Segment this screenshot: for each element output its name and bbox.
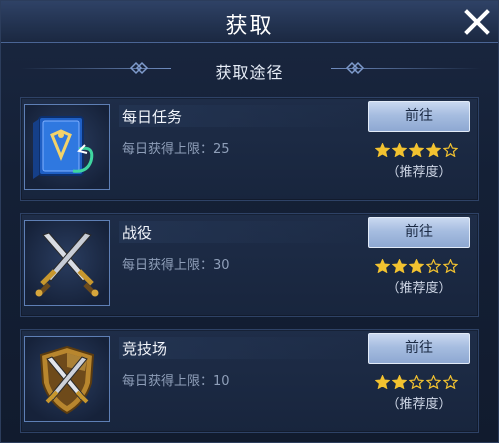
close-button[interactable]	[462, 7, 492, 37]
close-icon	[464, 9, 490, 35]
star-empty-icon	[426, 259, 441, 273]
source-name: 竞技场	[122, 340, 168, 358]
go-button[interactable]: 前往	[368, 217, 470, 248]
source-icon-frame	[24, 336, 110, 422]
daily-limit: 每日获得上限：30	[122, 258, 230, 273]
star-empty-icon	[426, 375, 441, 389]
source-card-daily-quest: 每日任务 每日获得上限：25 前往 （推荐度）	[20, 97, 479, 201]
sources-title: 获取途径	[215, 63, 284, 82]
daily-limit: 每日获得上限：10	[122, 374, 230, 389]
rating-label: （推荐度）	[386, 281, 452, 296]
star-filled-icon	[375, 143, 390, 157]
star-empty-icon	[443, 375, 458, 389]
shield-swords-icon	[39, 345, 95, 415]
quest-book-icon	[33, 116, 94, 179]
star-filled-icon	[375, 259, 390, 273]
source-card-arena: 竞技场 每日获得上限：10 前往 （推荐度）	[20, 329, 479, 433]
star-empty-icon	[443, 143, 458, 157]
source-icon-frame	[24, 104, 110, 190]
source-name: 战役	[122, 224, 153, 242]
rating-stars	[375, 259, 465, 273]
rating-stars	[375, 143, 465, 157]
daily-limit: 每日获得上限：25	[122, 142, 230, 157]
star-filled-icon	[392, 259, 407, 273]
divider-right	[331, 68, 481, 69]
source-icon-frame	[24, 220, 110, 306]
acquire-dialog: 获取 获取途径 每日任务 每日获得上限：25 前往 （推荐度） 战役 每日获得上…	[0, 0, 499, 443]
star-filled-icon	[409, 259, 424, 273]
sources-header: 获取途径	[1, 51, 498, 87]
rating-stars	[375, 375, 465, 389]
rating-label: （推荐度）	[386, 165, 452, 180]
source-card-campaign: 战役 每日获得上限：30 前往 （推荐度）	[20, 213, 479, 317]
star-empty-icon	[409, 375, 424, 389]
title-bar: 获取	[1, 1, 498, 43]
go-button[interactable]: 前往	[368, 101, 470, 132]
crossed-swords-icon	[35, 232, 99, 297]
dialog-title: 获取	[225, 14, 274, 39]
go-button[interactable]: 前往	[368, 333, 470, 364]
star-filled-icon	[392, 143, 407, 157]
source-name: 每日任务	[122, 108, 183, 126]
star-filled-icon	[426, 143, 441, 157]
name-highlight	[119, 221, 359, 243]
star-filled-icon	[392, 375, 407, 389]
star-empty-icon	[443, 259, 458, 273]
star-filled-icon	[409, 143, 424, 157]
star-filled-icon	[375, 375, 390, 389]
rating-label: （推荐度）	[386, 397, 452, 412]
